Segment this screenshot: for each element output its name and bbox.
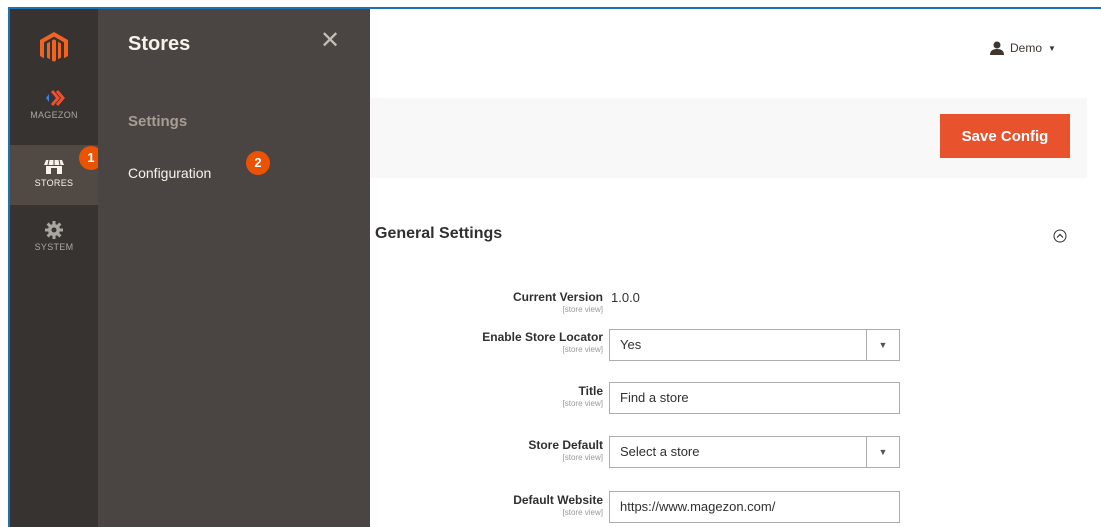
label-enable-store-locator: Enable Store Locator <box>482 330 603 344</box>
chevron-down-icon: ▼ <box>866 330 899 360</box>
label-store-default: Store Default <box>528 438 603 452</box>
store-icon <box>44 159 64 174</box>
field-label: Store Default [store view] <box>528 438 603 462</box>
select-value: Select a store <box>620 444 700 459</box>
main-content: Demo ▼ Save Config General Settings Curr… <box>370 9 1101 527</box>
collapse-icon[interactable] <box>1053 229 1067 243</box>
title-input[interactable]: Find a store <box>609 382 900 414</box>
field-label: Title [store view] <box>563 384 603 408</box>
flyout-title: Stores <box>128 33 191 55</box>
section-title[interactable]: General Settings <box>375 225 502 243</box>
magento-logo-icon <box>40 32 68 62</box>
nav-label-magezon: MAGEZON <box>30 110 78 120</box>
nav-item-system[interactable]: SYSTEM <box>10 209 98 271</box>
stores-flyout-menu: Stores ✕ Settings Configuration 2 <box>98 9 370 527</box>
enable-store-locator-select[interactable]: Yes ▼ <box>609 329 900 361</box>
label-title: Title <box>578 384 603 398</box>
page-actions-bar: Save Config <box>370 98 1087 178</box>
nav-label-stores: STORES <box>34 178 74 188</box>
field-label: Default Website [store view] <box>513 493 603 517</box>
scope-title: [store view] <box>562 399 603 408</box>
close-icon[interactable]: ✕ <box>320 29 340 53</box>
chevron-down-icon: ▼ <box>866 437 899 467</box>
label-current-version: Current Version <box>512 290 603 304</box>
save-config-button[interactable]: Save Config <box>940 114 1070 158</box>
user-menu[interactable]: Demo ▼ <box>990 41 1056 55</box>
flyout-section-settings: Settings <box>128 113 188 130</box>
nav-label-system: SYSTEM <box>34 242 74 252</box>
field-label: Enable Store Locator [store view] <box>482 330 603 354</box>
chevron-down-icon: ▼ <box>1048 43 1056 53</box>
store-default-select[interactable]: Select a store ▼ <box>609 436 900 468</box>
scope-enable-store-locator: [store view] <box>562 345 603 354</box>
step-badge-2: 2 <box>246 151 270 175</box>
menu-item-configuration[interactable]: Configuration <box>128 165 211 181</box>
label-default-website: Default Website <box>513 493 603 507</box>
default-website-input[interactable]: https://www.magezon.com/ <box>609 491 900 523</box>
scope-store-default: [store view] <box>562 453 603 462</box>
user-icon <box>990 41 1004 55</box>
scope-current-version: [store view] <box>562 305 603 314</box>
value-current-version: 1.0.0 <box>611 290 640 305</box>
gear-icon <box>45 221 63 239</box>
admin-sidebar: MAGEZON STORES SYSTEM <box>10 9 98 527</box>
magezon-icon <box>46 90 65 106</box>
scope-default-website: [store view] <box>562 508 603 517</box>
magento-logo[interactable] <box>10 9 98 87</box>
admin-window: MAGEZON STORES SYSTEM 1 Stores ✕ Setting… <box>8 7 1101 527</box>
select-value: Yes <box>620 337 642 352</box>
nav-item-magezon[interactable]: MAGEZON <box>10 89 98 151</box>
user-name: Demo <box>1010 41 1043 55</box>
field-label: Current Version [store view] <box>513 290 603 314</box>
